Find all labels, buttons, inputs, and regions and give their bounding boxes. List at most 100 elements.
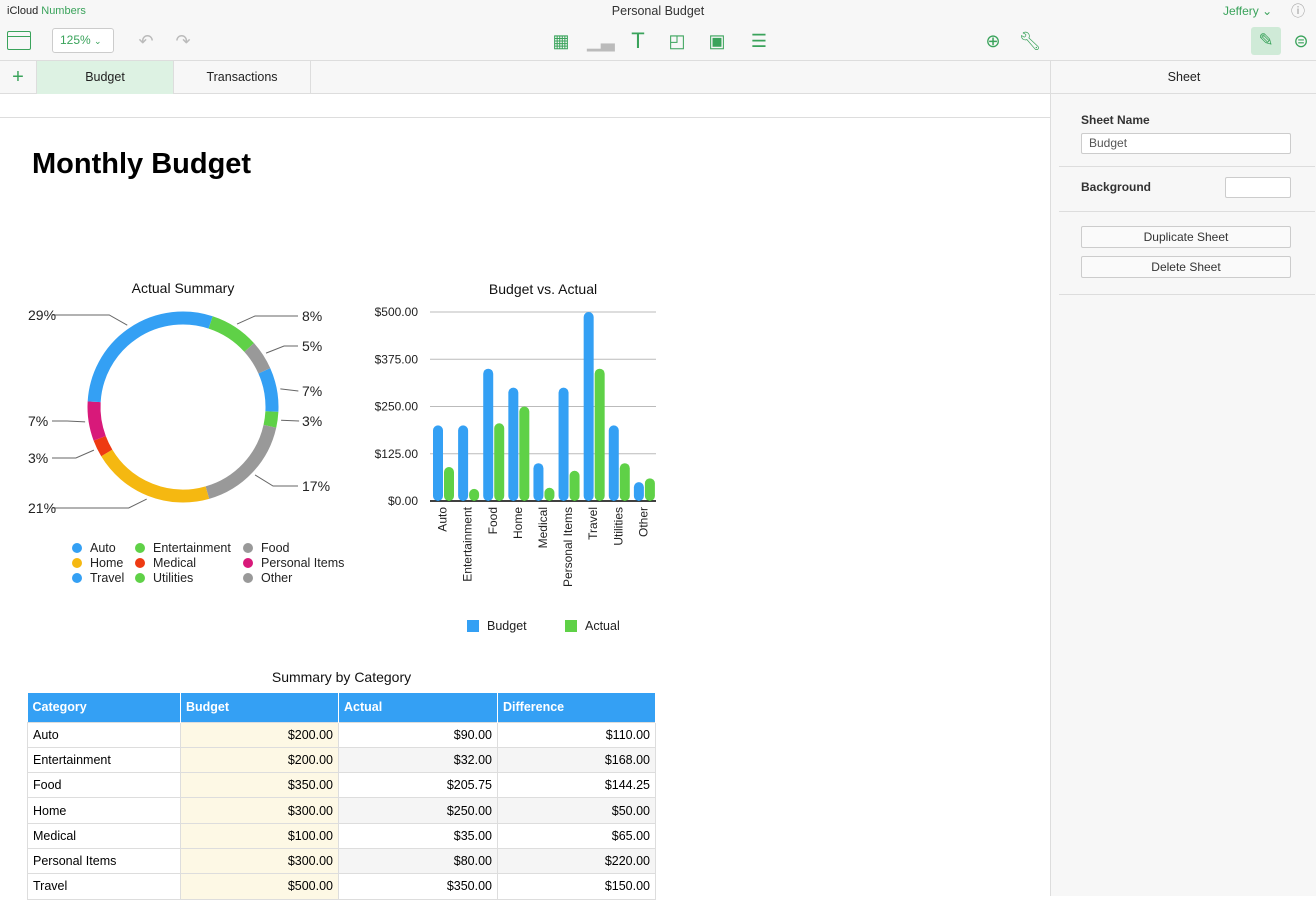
bar-budget[interactable]	[583, 312, 594, 501]
table-cell[interactable]: $110.00	[497, 721, 656, 748]
table-cell[interactable]: Medical	[27, 822, 181, 849]
bar-budget[interactable]	[483, 368, 494, 501]
table-cell[interactable]: Home	[27, 797, 181, 824]
bar-budget[interactable]	[558, 387, 569, 501]
legend-label: Travel	[90, 570, 125, 585]
table-cell[interactable]: $500.00	[180, 873, 339, 900]
user-menu[interactable]: Jeffery ⌄	[1223, 4, 1272, 18]
column-header[interactable]: Category	[27, 693, 181, 722]
table-row[interactable]: Entertainment $200.00 $32.00 $168.00	[27, 746, 656, 774]
table-cell[interactable]: $80.00	[338, 847, 498, 875]
donut-slice-other[interactable]	[244, 343, 271, 374]
table-cell[interactable]: $220.00	[497, 847, 656, 875]
chart-icon[interactable]: ▁▃	[587, 28, 615, 54]
help-icon[interactable]: ⓘ	[1285, 0, 1311, 24]
table-cell[interactable]: $35.00	[338, 822, 498, 849]
table-cell[interactable]: Food	[27, 772, 181, 799]
tab-transactions[interactable]: Transactions	[174, 61, 311, 94]
duplicate-sheet-button[interactable]: Duplicate Sheet	[1081, 226, 1291, 248]
table-row[interactable]: Auto $200.00 $90.00 $110.00	[27, 721, 656, 748]
table-cell[interactable]: $144.25	[497, 772, 656, 799]
column-header[interactable]: Actual	[338, 693, 498, 722]
bar-budget[interactable]	[458, 425, 469, 501]
collaborate-icon[interactable]: ⊕	[980, 28, 1006, 54]
table-cell[interactable]: $205.75	[338, 772, 498, 799]
legend-item: Actual	[565, 618, 620, 633]
table-cell[interactable]: $200.00	[180, 721, 339, 748]
bar-budget[interactable]	[433, 425, 443, 501]
table-cell[interactable]: $32.00	[338, 746, 498, 774]
table-cell[interactable]: Travel	[27, 873, 181, 900]
table-cell[interactable]: $300.00	[180, 797, 339, 824]
table-cell[interactable]: $300.00	[180, 847, 339, 875]
shape-icon[interactable]: ◰	[664, 28, 690, 54]
add-sheet-button[interactable]: +	[0, 61, 37, 94]
bar-actual[interactable]	[594, 368, 605, 501]
bar-actual[interactable]	[494, 423, 505, 501]
summary-table[interactable]: Category Budget Actual Difference Auto $200.…	[27, 693, 656, 900]
donut-slice-food[interactable]	[205, 424, 277, 499]
sort-filter-icon[interactable]: ⊜	[1288, 28, 1314, 54]
delete-sheet-button[interactable]: Delete Sheet	[1081, 256, 1291, 278]
donut-slice-utilities[interactable]	[208, 316, 255, 353]
table-row[interactable]: Medical $100.00 $35.00 $65.00	[27, 822, 656, 849]
undo-icon[interactable]: ↶	[133, 28, 159, 54]
table-cell[interactable]: $350.00	[338, 873, 498, 900]
table-cell[interactable]: $65.00	[497, 822, 656, 849]
table-cell[interactable]: Personal Items	[27, 847, 181, 875]
donut-slice-travel[interactable]	[87, 311, 213, 403]
table-row[interactable]: Personal Items $300.00 $80.00 $220.00	[27, 847, 656, 875]
donut-slice-personal-items[interactable]	[87, 401, 106, 441]
text-icon[interactable]: T	[625, 28, 651, 54]
bar-actual[interactable]	[444, 466, 454, 501]
background-color-well[interactable]	[1225, 177, 1291, 198]
donut-slice-home[interactable]	[101, 449, 210, 503]
donut-slice-medical[interactable]	[93, 435, 113, 457]
table-row[interactable]: Food $350.00 $205.75 $144.25	[27, 772, 656, 799]
bar-actual[interactable]	[619, 463, 630, 501]
column-header[interactable]: Budget	[180, 693, 339, 722]
comment-icon[interactable]: ☰	[746, 28, 772, 54]
donut-slice-auto[interactable]	[258, 368, 279, 412]
donut-chart[interactable]	[0, 290, 360, 530]
table-cell[interactable]: $250.00	[338, 797, 498, 824]
table-cell[interactable]: $350.00	[180, 772, 339, 799]
donut-slice-entertainment[interactable]	[263, 411, 279, 428]
bar-budget[interactable]	[633, 482, 644, 501]
sheet-name-input[interactable]: Budget	[1081, 133, 1291, 154]
redo-icon[interactable]: ↷	[170, 28, 196, 54]
legend-label: Other	[261, 570, 293, 585]
table-cell[interactable]: $100.00	[180, 822, 339, 849]
table-row[interactable]: Home $300.00 $250.00 $50.00	[27, 797, 656, 824]
leader-line	[280, 388, 299, 392]
bar-chart[interactable]: $0.00 $125.00 $250.00 $375.00 $500.00 Auto Ent…	[360, 300, 670, 600]
wrench-icon[interactable]: 🔧︎	[1017, 28, 1043, 54]
table-icon[interactable]: ▦	[548, 28, 574, 54]
format-brush-icon[interactable]: ✎	[1251, 27, 1281, 55]
table-cell[interactable]: $50.00	[497, 797, 656, 824]
bar-actual[interactable]	[544, 487, 555, 501]
table-cell[interactable]: Entertainment	[27, 746, 181, 774]
table-cell[interactable]: $150.00	[497, 873, 656, 900]
table-cell[interactable]: $90.00	[338, 721, 498, 748]
zoom-select[interactable]: 125% ⌄	[52, 28, 114, 53]
media-icon[interactable]: ▣	[704, 28, 730, 54]
bar-actual[interactable]	[469, 488, 480, 501]
legend-item: Home	[72, 555, 123, 570]
bar-budget[interactable]	[533, 463, 544, 501]
bar-actual[interactable]	[644, 478, 655, 501]
table-cell[interactable]: Auto	[27, 721, 181, 748]
table-cell[interactable]: $200.00	[180, 746, 339, 774]
column-header[interactable]: Difference	[497, 693, 656, 722]
table-row[interactable]: Travel $500.00 $350.00 $150.00	[27, 873, 656, 900]
divider	[1059, 211, 1315, 212]
legend-swatch-icon	[243, 572, 253, 583]
bar-budget[interactable]	[608, 425, 619, 501]
sidebar-icon[interactable]	[7, 31, 31, 50]
bar-actual[interactable]	[519, 406, 530, 502]
panel-tab-sheet[interactable]: Sheet	[1051, 61, 1316, 94]
bar-budget[interactable]	[508, 387, 519, 501]
tab-budget[interactable]: Budget	[37, 61, 174, 94]
bar-actual[interactable]	[569, 470, 580, 501]
table-cell[interactable]: $168.00	[497, 746, 656, 774]
